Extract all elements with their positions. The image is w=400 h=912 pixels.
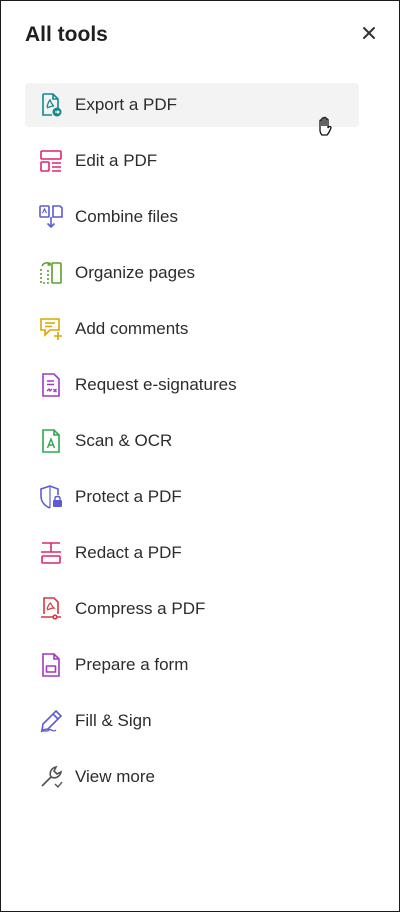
tool-edit-pdf[interactable]: Edit a PDF [25, 139, 359, 183]
export-pdf-icon [37, 91, 65, 119]
scan-ocr-icon [37, 427, 65, 455]
protect-pdf-icon [37, 483, 65, 511]
tool-label: Edit a PDF [75, 151, 158, 170]
tools-list: Export a PDF Edit a PDF Combine files Or… [25, 83, 359, 811]
tool-compress-pdf[interactable]: Compress a PDF [25, 587, 359, 631]
hand-cursor-icon [319, 116, 332, 136]
tool-label: Fill & Sign [75, 711, 152, 730]
tool-add-comments[interactable]: Add comments [25, 307, 359, 351]
tool-protect-pdf[interactable]: Protect a PDF [25, 475, 359, 519]
panel-title: All tools [25, 23, 108, 46]
tool-fill-sign[interactable]: Fill & Sign [25, 699, 359, 743]
tool-prepare-form[interactable]: Prepare a form [25, 643, 359, 687]
edit-pdf-icon [37, 147, 65, 175]
redact-pdf-icon [37, 539, 65, 567]
tool-export-pdf[interactable]: Export a PDF [25, 83, 359, 127]
tool-label: Organize pages [75, 263, 196, 282]
wrench-icon [37, 763, 65, 791]
tool-combine-files[interactable]: Combine files [25, 195, 359, 239]
tool-label: Request e-signatures [75, 375, 237, 394]
tool-label: Export a PDF [75, 95, 178, 114]
tool-label: Add comments [75, 319, 189, 338]
fill-sign-icon [37, 707, 65, 735]
tool-label: View more [75, 767, 155, 786]
tool-redact-pdf[interactable]: Redact a PDF [25, 531, 359, 575]
request-esignatures-icon [37, 371, 65, 399]
close-icon [363, 27, 375, 39]
tool-label: Scan & OCR [75, 431, 173, 450]
all-tools-panel: All tools Export a PDF Edit a PDF Combin… [0, 0, 400, 912]
tool-label: Redact a PDF [75, 543, 182, 562]
combine-files-icon [37, 203, 65, 231]
close-button[interactable] [357, 21, 381, 45]
tool-label: Protect a PDF [75, 487, 182, 506]
tool-view-more[interactable]: View more [25, 755, 359, 799]
tool-label: Prepare a form [75, 655, 189, 674]
organize-pages-icon [37, 259, 65, 287]
prepare-form-icon [37, 651, 65, 679]
tool-label: Combine files [75, 207, 178, 226]
tool-organize-pages[interactable]: Organize pages [25, 251, 359, 295]
tool-scan-ocr[interactable]: Scan & OCR [25, 419, 359, 463]
add-comments-icon [37, 315, 65, 343]
tool-request-esignatures[interactable]: Request e-signatures [25, 363, 359, 407]
compress-pdf-icon [37, 595, 65, 623]
tool-label: Compress a PDF [75, 599, 206, 618]
